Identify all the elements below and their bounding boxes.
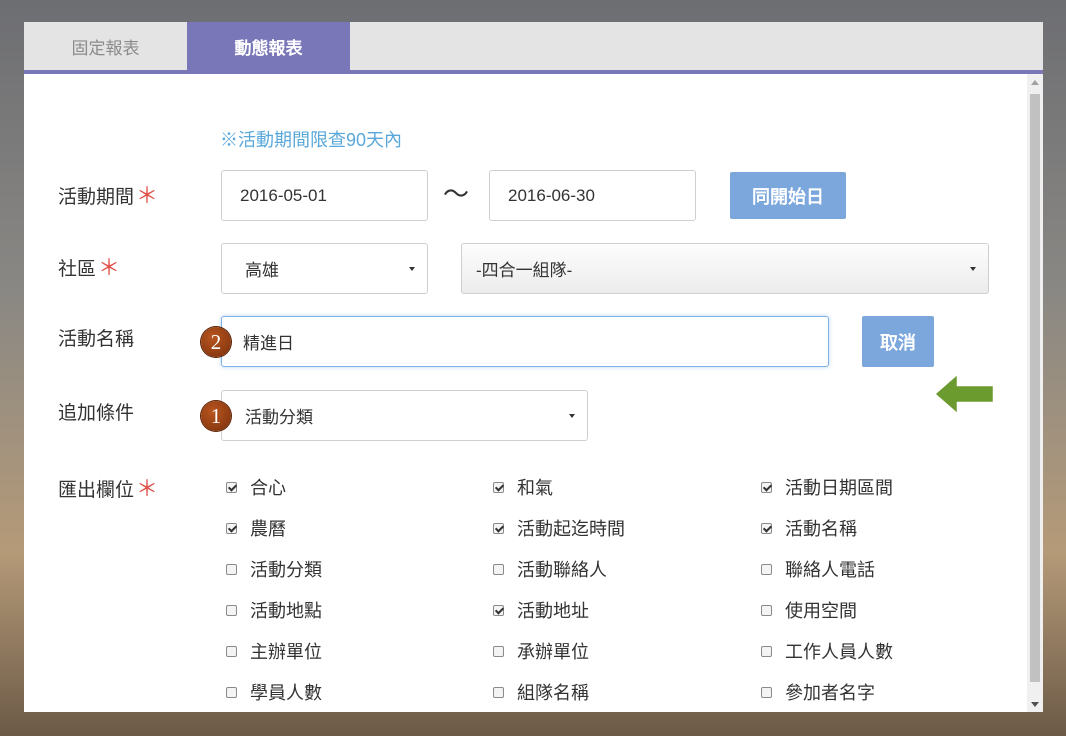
checkbox-checked-icon[interactable]	[493, 522, 504, 534]
scroll-down-arrow-icon[interactable]	[1031, 702, 1039, 707]
checkbox-unchecked-icon[interactable]	[226, 686, 237, 698]
export-field-label: 聯絡人電話	[785, 560, 875, 580]
export-field-label: 參加者名字	[785, 683, 875, 703]
export-fields-label: 匯出欄位＊	[58, 471, 158, 503]
export-field-checkbox[interactable]: 使用空間	[761, 597, 857, 623]
extra-condition-label: 追加條件	[58, 403, 135, 424]
checkbox-unchecked-icon[interactable]	[493, 686, 504, 698]
export-field-checkbox[interactable]: 合心	[226, 474, 286, 500]
export-field-checkbox[interactable]: 工作人員人數	[761, 638, 893, 664]
checkbox-unchecked-icon[interactable]	[761, 563, 772, 575]
export-field-checkbox[interactable]: 活動名稱	[761, 515, 857, 541]
export-field-label: 主辦單位	[250, 642, 322, 662]
checkbox-unchecked-icon[interactable]	[493, 563, 504, 575]
report-panel: 固定報表 動態報表 ※活動期間限查90天內 活動期間＊ 2016-05-01 〜…	[24, 22, 1043, 712]
export-field-checkbox[interactable]: 組隊名稱	[493, 679, 589, 705]
checkbox-unchecked-icon[interactable]	[761, 645, 772, 657]
team-select[interactable]: -四合一組隊-	[461, 243, 989, 294]
checkbox-checked-icon[interactable]	[493, 481, 504, 493]
period-label: 活動期間＊	[58, 178, 158, 210]
export-field-checkbox[interactable]: 活動地點	[226, 597, 322, 623]
export-field-checkbox[interactable]: 活動起迄時間	[493, 515, 625, 541]
checkbox-unchecked-icon[interactable]	[761, 604, 772, 616]
export-field-label: 活動起迄時間	[517, 519, 625, 539]
tab-dynamic-report[interactable]: 動態報表	[187, 22, 350, 70]
export-field-checkbox[interactable]: 承辦單位	[493, 638, 589, 664]
export-field-checkbox[interactable]: 活動聯絡人	[493, 556, 607, 582]
city-select[interactable]: 高雄	[221, 243, 428, 294]
export-field-label: 使用空間	[785, 601, 857, 621]
required-mark: ＊	[98, 255, 121, 280]
export-field-label: 合心	[250, 478, 286, 498]
export-field-checkbox[interactable]: 活動分類	[226, 556, 322, 582]
checkbox-unchecked-icon[interactable]	[226, 604, 237, 616]
date-separator: 〜	[443, 180, 470, 210]
city-select-value: 高雄	[245, 261, 279, 280]
export-field-label: 承辦單位	[517, 642, 589, 662]
form-area: ※活動期間限查90天內 活動期間＊ 2016-05-01 〜 2016-06-3…	[24, 74, 1027, 712]
same-as-start-button[interactable]: 同開始日	[730, 172, 846, 219]
checkbox-checked-icon[interactable]	[761, 522, 772, 534]
checkbox-unchecked-icon[interactable]	[761, 686, 772, 698]
activity-name-label: 活動名稱	[58, 329, 135, 350]
community-label: 社區＊	[58, 250, 120, 282]
export-field-checkbox[interactable]: 主辦單位	[226, 638, 322, 664]
export-field-checkbox[interactable]: 學員人數	[226, 679, 322, 705]
tab-bar: 固定報表 動態報表	[24, 22, 1043, 74]
extra-condition-select[interactable]: 活動分類	[221, 390, 588, 441]
end-date-input[interactable]: 2016-06-30	[489, 170, 696, 221]
caret-down-icon	[970, 267, 976, 271]
export-field-label: 學員人數	[250, 683, 322, 703]
start-date-input[interactable]: 2016-05-01	[221, 170, 428, 221]
vertical-scrollbar[interactable]	[1027, 74, 1043, 712]
export-field-checkbox[interactable]: 活動日期區間	[761, 474, 893, 500]
checkbox-unchecked-icon[interactable]	[493, 645, 504, 657]
export-field-checkbox[interactable]: 聯絡人電話	[761, 556, 875, 582]
export-field-label: 組隊名稱	[517, 683, 589, 703]
export-field-checkbox[interactable]: 活動地址	[493, 597, 589, 623]
export-fields-label-text: 匯出欄位	[58, 480, 135, 501]
caret-down-icon	[569, 414, 575, 418]
team-select-value: -四合一組隊-	[476, 261, 573, 280]
extra-condition-value: 活動分類	[245, 408, 313, 427]
period-notice: ※活動期間限查90天內	[220, 130, 403, 150]
checkbox-unchecked-icon[interactable]	[226, 645, 237, 657]
activity-name-input[interactable]: 精進日	[221, 316, 829, 367]
step-badge-1: 1	[201, 401, 231, 431]
export-field-label: 活動聯絡人	[517, 560, 607, 580]
export-field-label: 工作人員人數	[785, 642, 893, 662]
required-mark: ＊	[136, 183, 159, 208]
arrow-left-icon	[932, 371, 996, 417]
export-field-checkbox[interactable]: 和氣	[493, 474, 553, 500]
checkbox-checked-icon[interactable]	[226, 481, 237, 493]
export-field-label: 活動分類	[250, 560, 322, 580]
checkbox-unchecked-icon[interactable]	[226, 563, 237, 575]
scroll-up-arrow-icon[interactable]	[1031, 80, 1039, 85]
checkbox-checked-icon[interactable]	[493, 604, 504, 616]
export-field-checkbox[interactable]: 農曆	[226, 515, 286, 541]
export-field-label: 農曆	[250, 519, 286, 539]
required-mark: ＊	[136, 476, 159, 501]
tab-fixed-report[interactable]: 固定報表	[24, 22, 187, 70]
scrollbar-thumb[interactable]	[1030, 94, 1040, 682]
export-field-label: 和氣	[517, 478, 553, 498]
period-label-text: 活動期間	[58, 187, 135, 208]
community-label-text: 社區	[58, 259, 97, 280]
step-badge-2: 2	[201, 327, 231, 357]
checkbox-checked-icon[interactable]	[226, 522, 237, 534]
export-field-label: 活動日期區間	[785, 478, 893, 498]
cancel-button[interactable]: 取消	[862, 316, 934, 367]
checkbox-checked-icon[interactable]	[761, 481, 772, 493]
export-field-label: 活動名稱	[785, 519, 857, 539]
export-field-label: 活動地點	[250, 601, 322, 621]
export-field-label: 活動地址	[517, 601, 589, 621]
export-field-checkbox[interactable]: 參加者名字	[761, 679, 875, 705]
caret-down-icon	[409, 267, 415, 271]
